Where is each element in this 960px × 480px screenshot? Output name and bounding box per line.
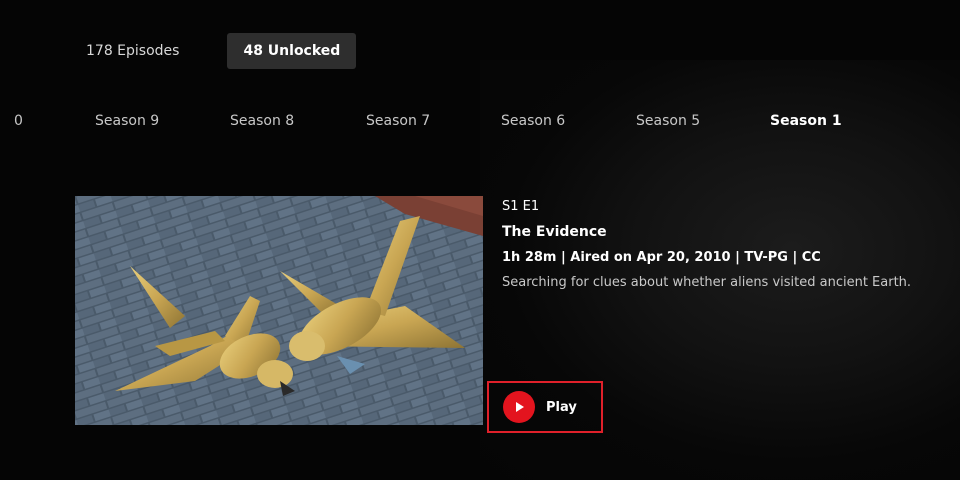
tab-season-7[interactable]: Season 7 (366, 113, 430, 129)
tab-season-8[interactable]: Season 8 (230, 113, 294, 129)
thumbnail-image (75, 196, 483, 425)
tab-season-9[interactable]: Season 9 (95, 113, 159, 129)
episode-filter-bar: 178 Episodes 48 Unlocked (70, 33, 357, 69)
episode-info: S1 E1 The Evidence 1h 28m | Aired on Apr… (502, 199, 911, 290)
play-label: Play (546, 399, 577, 415)
tab-season-1[interactable]: Season 1 (770, 113, 842, 129)
episode-description: Searching for clues about whether aliens… (502, 275, 912, 290)
tab-season-partial[interactable]: 0 (14, 113, 23, 129)
episode-title: The Evidence (502, 224, 607, 240)
episode-meta: 1h 28m | Aired on Apr 20, 2010 | TV-PG |… (502, 250, 821, 265)
tab-season-6[interactable]: Season 6 (501, 113, 565, 129)
filter-all-episodes[interactable]: 178 Episodes (70, 33, 195, 69)
episode-code: S1 E1 (502, 199, 540, 214)
episode-thumbnail[interactable] (75, 196, 483, 425)
play-icon (503, 391, 535, 423)
season-tabs: 0 Season 9 Season 8 Season 7 Season 6 Se… (0, 113, 960, 133)
tab-season-5[interactable]: Season 5 (636, 113, 700, 129)
play-button[interactable]: Play (487, 381, 603, 433)
filter-unlocked[interactable]: 48 Unlocked (227, 33, 357, 69)
